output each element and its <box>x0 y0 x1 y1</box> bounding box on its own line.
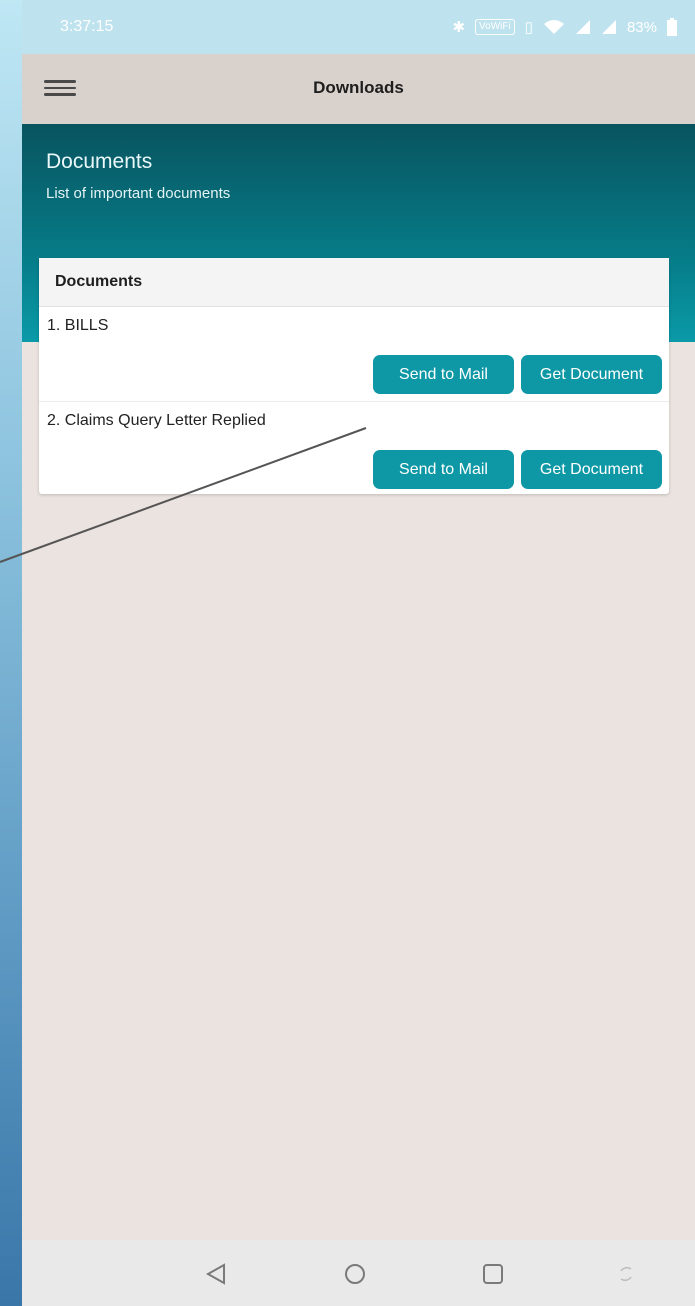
hero-subtitle: List of important documents <box>46 185 231 202</box>
app-bar: Downloads <box>22 54 695 124</box>
home-circle-icon[interactable] <box>341 1260 369 1288</box>
card-header: Documents <box>39 258 669 307</box>
phone-screen: 3:37:15 ✱ VoWiFi ▯ 83% Downloads Documen… <box>22 0 695 1306</box>
rotate-icon[interactable] <box>612 1260 640 1288</box>
send-to-mail-button[interactable]: Send to Mail <box>373 450 514 489</box>
get-document-button[interactable]: Get Document <box>521 355 662 394</box>
list-item: 2. Claims Query Letter Replied Send to M… <box>39 402 669 496</box>
document-name: 2. Claims Query Letter Replied <box>47 412 266 429</box>
battery-icon <box>667 18 677 36</box>
system-nav-bar <box>22 1240 695 1306</box>
battery-percent: 83% <box>626 18 657 36</box>
page-title: Downloads <box>313 78 404 97</box>
hero-title: Documents <box>46 150 153 173</box>
back-triangle-icon[interactable] <box>202 1260 230 1288</box>
status-bar: 3:37:15 ✱ VoWiFi ▯ 83% <box>22 0 695 54</box>
get-document-button[interactable]: Get Document <box>521 450 662 489</box>
documents-card: Documents 1. BILLS Send to Mail Get Docu… <box>39 258 669 494</box>
status-icons: ✱ VoWiFi ▯ 83% <box>452 14 677 40</box>
wifi-icon <box>543 20 564 34</box>
signal-icon <box>601 20 616 34</box>
recents-square-icon[interactable] <box>479 1260 507 1288</box>
signal-icon <box>575 20 590 34</box>
document-name: 1. BILLS <box>47 317 109 334</box>
status-time: 3:37:15 <box>60 18 114 35</box>
vowifi-badge: VoWiFi <box>475 19 515 35</box>
send-to-mail-button[interactable]: Send to Mail <box>373 355 514 394</box>
bluetooth-icon: ✱ <box>452 19 466 36</box>
vibrate-icon: ▯ <box>524 19 533 36</box>
list-item: 1. BILLS Send to Mail Get Document <box>39 307 669 402</box>
